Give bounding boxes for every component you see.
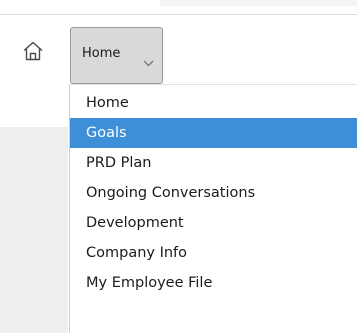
home-nav-button[interactable]: Home: [70, 27, 163, 84]
top-bar-field: [160, 0, 357, 6]
menu-item-goals[interactable]: Goals: [70, 118, 357, 148]
home-icon[interactable]: [21, 39, 45, 63]
top-bar: [0, 0, 357, 15]
menu-item-home[interactable]: Home: [70, 88, 357, 118]
home-nav-button-label: Home: [82, 46, 121, 61]
content-area: [0, 127, 68, 333]
chevron-down-icon: [143, 52, 154, 67]
menu-item-my-employee-file[interactable]: My Employee File: [70, 268, 357, 298]
navigation-dropdown-menu: Home Goals PRD Plan Ongoing Conversation…: [69, 84, 357, 333]
menu-item-prd-plan[interactable]: PRD Plan: [70, 148, 357, 178]
menu-item-development[interactable]: Development: [70, 208, 357, 238]
menu-item-ongoing-conversations[interactable]: Ongoing Conversations: [70, 178, 357, 208]
menu-item-company-info[interactable]: Company Info: [70, 238, 357, 268]
